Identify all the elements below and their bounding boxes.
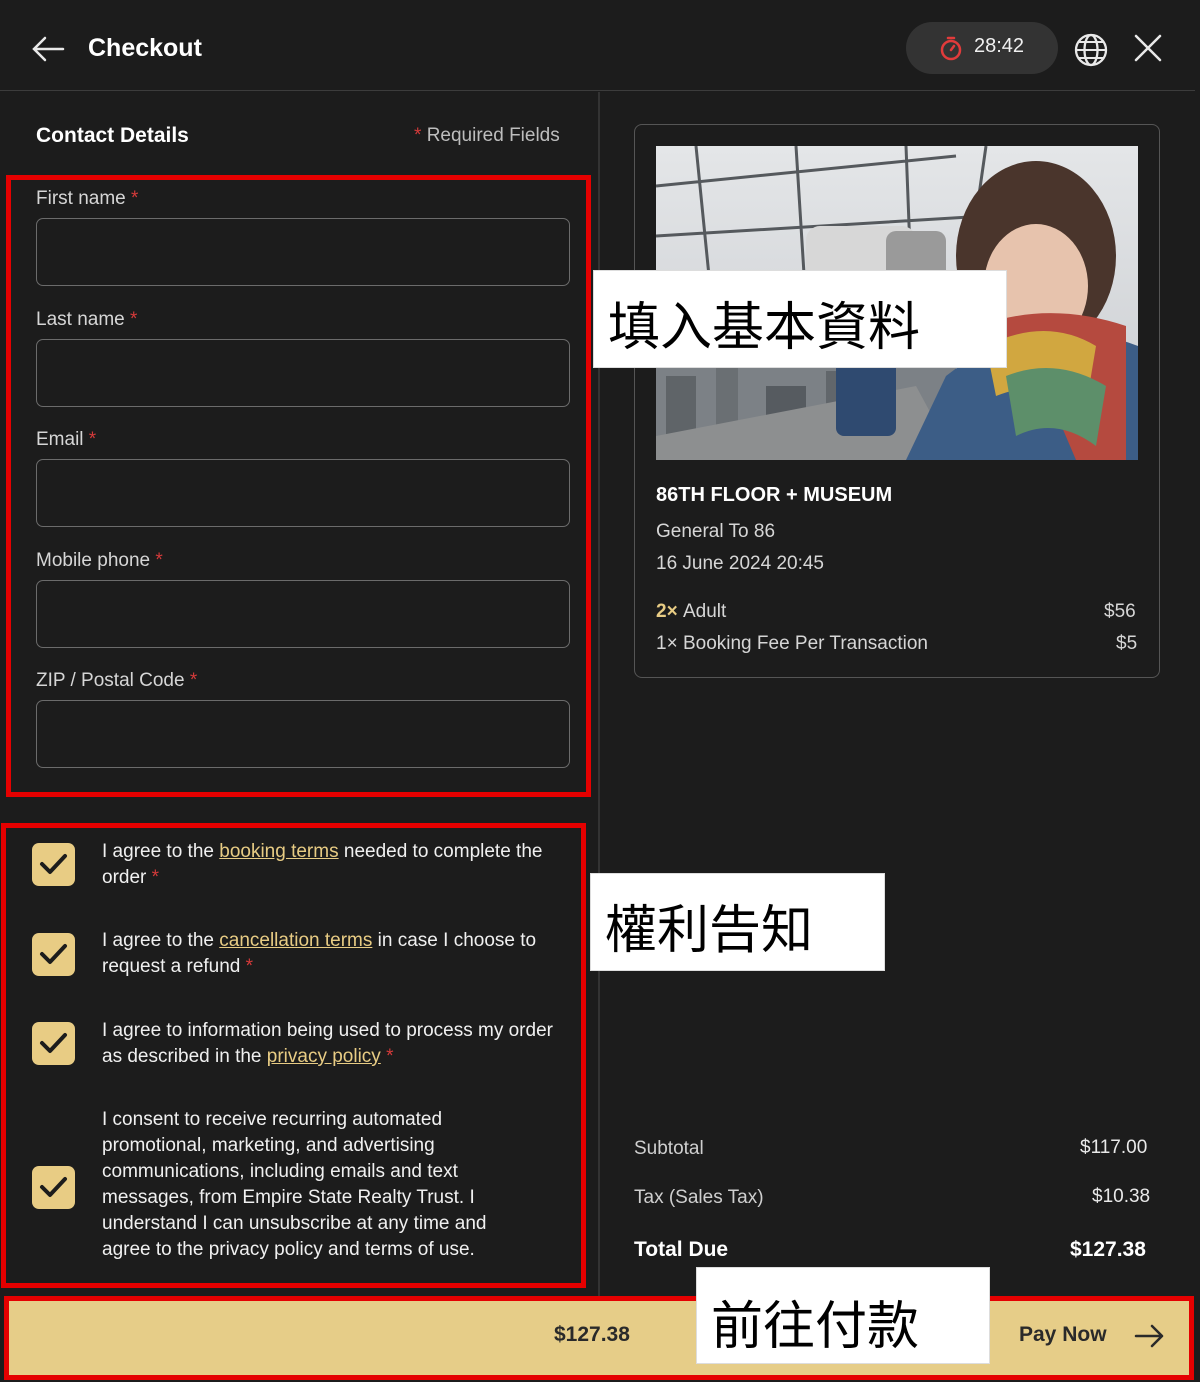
section-title: Contact Details xyxy=(36,124,189,147)
required-fields-label: Required Fields xyxy=(426,125,560,146)
line-item-price: $5 xyxy=(1116,633,1138,654)
tax-value: $10.38 xyxy=(1092,1186,1151,1207)
subtotal-value: $117.00 xyxy=(1080,1137,1148,1158)
required-asterisk: * xyxy=(414,125,422,146)
ticket-datetime: 16 June 2024 20:45 xyxy=(656,553,824,574)
close-icon[interactable] xyxy=(1132,32,1164,64)
subtotal-label: Subtotal xyxy=(634,1138,704,1159)
line-item-name: Adult xyxy=(683,601,727,622)
product-title: 86TH FLOOR + MUSEUM xyxy=(656,484,893,506)
total-due-value: $127.38 xyxy=(1070,1238,1146,1261)
arrow-left-icon[interactable] xyxy=(30,32,66,66)
checkout-header: Checkout 28:42 xyxy=(0,0,1195,91)
countdown-timer: 28:42 xyxy=(906,22,1058,74)
annotation-pay: 前往付款 xyxy=(696,1267,990,1364)
annotation-rights: 權利告知 xyxy=(590,873,885,971)
page-title: Checkout xyxy=(88,34,202,62)
pay-highlight-box xyxy=(4,1296,1194,1380)
contact-highlight-box xyxy=(6,175,591,797)
globe-icon[interactable] xyxy=(1073,32,1109,68)
ticket-type: General To 86 xyxy=(656,521,776,542)
total-due-label: Total Due xyxy=(634,1238,729,1261)
line-item-quantity: 2× xyxy=(656,601,678,622)
annotation-contact: 填入基本資料 xyxy=(593,270,1007,368)
timer-value: 28:42 xyxy=(974,35,1025,57)
tax-label: Tax (Sales Tax) xyxy=(634,1187,764,1208)
line-item-name: 1× Booking Fee Per Transaction xyxy=(656,633,928,654)
line-item-price: $56 xyxy=(1104,601,1136,622)
stopwatch-icon xyxy=(940,36,962,61)
required-fields-note: * Required Fields xyxy=(414,125,560,147)
consent-highlight-box xyxy=(1,823,586,1288)
